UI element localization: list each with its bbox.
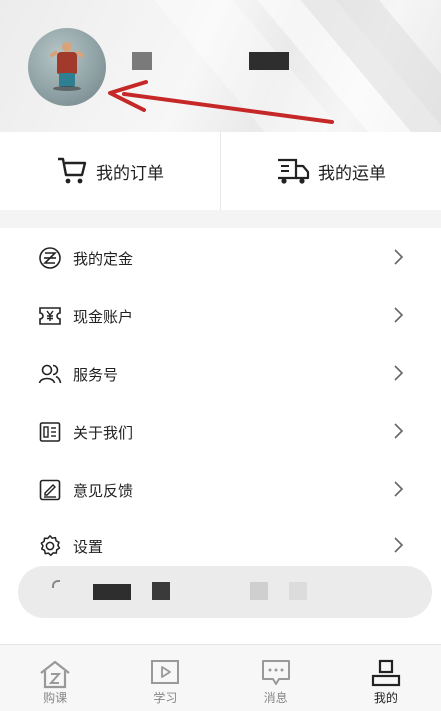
delivery-truck-icon	[276, 156, 310, 186]
orders-card: 我的订单 我的运单	[0, 132, 441, 210]
redacted-block	[93, 584, 131, 600]
chevron-right-icon	[392, 536, 404, 554]
deposit-icon	[38, 246, 62, 270]
about-us-icon	[38, 420, 62, 444]
settings-icon	[38, 534, 62, 558]
chevron-right-icon	[392, 422, 404, 440]
service-account-icon	[38, 362, 62, 386]
feedback-icon	[38, 478, 62, 502]
menu-item-cash-account[interactable]: 现金账户	[0, 286, 441, 344]
tab-profile[interactable]: 我的	[331, 645, 441, 711]
menu-item-label: 现金账户	[73, 308, 134, 326]
my-shipments-label: 我的运单	[318, 163, 386, 184]
menu-item-label: 意见反馈	[73, 482, 134, 500]
tab-messages[interactable]: 消息	[221, 645, 331, 711]
redacted-block	[250, 582, 268, 600]
tab-label: 我的	[373, 691, 398, 705]
profile-icon	[371, 659, 401, 691]
chevron-right-icon	[392, 306, 404, 324]
menu-item-deposit[interactable]: 我的定金	[0, 228, 441, 286]
menu-item-service-account[interactable]: 服务号	[0, 344, 441, 402]
tab-label: 消息	[263, 691, 288, 705]
redacted-banner[interactable]	[18, 566, 432, 618]
tab-study[interactable]: 学习	[110, 645, 220, 711]
cash-account-icon	[38, 304, 62, 328]
message-icon	[261, 659, 291, 691]
course-purchase-icon	[38, 659, 72, 693]
annotation-arrow	[108, 80, 334, 124]
menu-item-label: 关于我们	[73, 424, 134, 442]
chevron-right-icon	[392, 364, 404, 382]
menu-item-label: 设置	[73, 538, 104, 556]
chevron-right-icon	[392, 248, 404, 266]
shopping-cart-icon	[56, 156, 88, 186]
loading-arc-icon	[52, 580, 60, 588]
my-shipments-button[interactable]: 我的运单	[221, 132, 441, 210]
bottom-tab-bar: 购课 学习 消息 我的	[0, 644, 441, 711]
study-play-icon	[150, 659, 180, 691]
tab-course-purchase[interactable]: 购课	[0, 645, 110, 711]
menu-item-about-us[interactable]: 关于我们	[0, 402, 441, 460]
menu-item-feedback[interactable]: 意见反馈	[0, 460, 441, 518]
redacted-block	[152, 582, 170, 600]
tab-label: 购课	[43, 691, 68, 705]
redacted-block	[289, 582, 307, 600]
tab-label: 学习	[153, 691, 178, 705]
menu-item-label: 服务号	[73, 366, 119, 384]
chevron-right-icon	[392, 480, 404, 498]
my-orders-button[interactable]: 我的订单	[0, 132, 220, 210]
my-orders-label: 我的订单	[96, 163, 164, 184]
menu-item-label: 我的定金	[73, 250, 134, 268]
